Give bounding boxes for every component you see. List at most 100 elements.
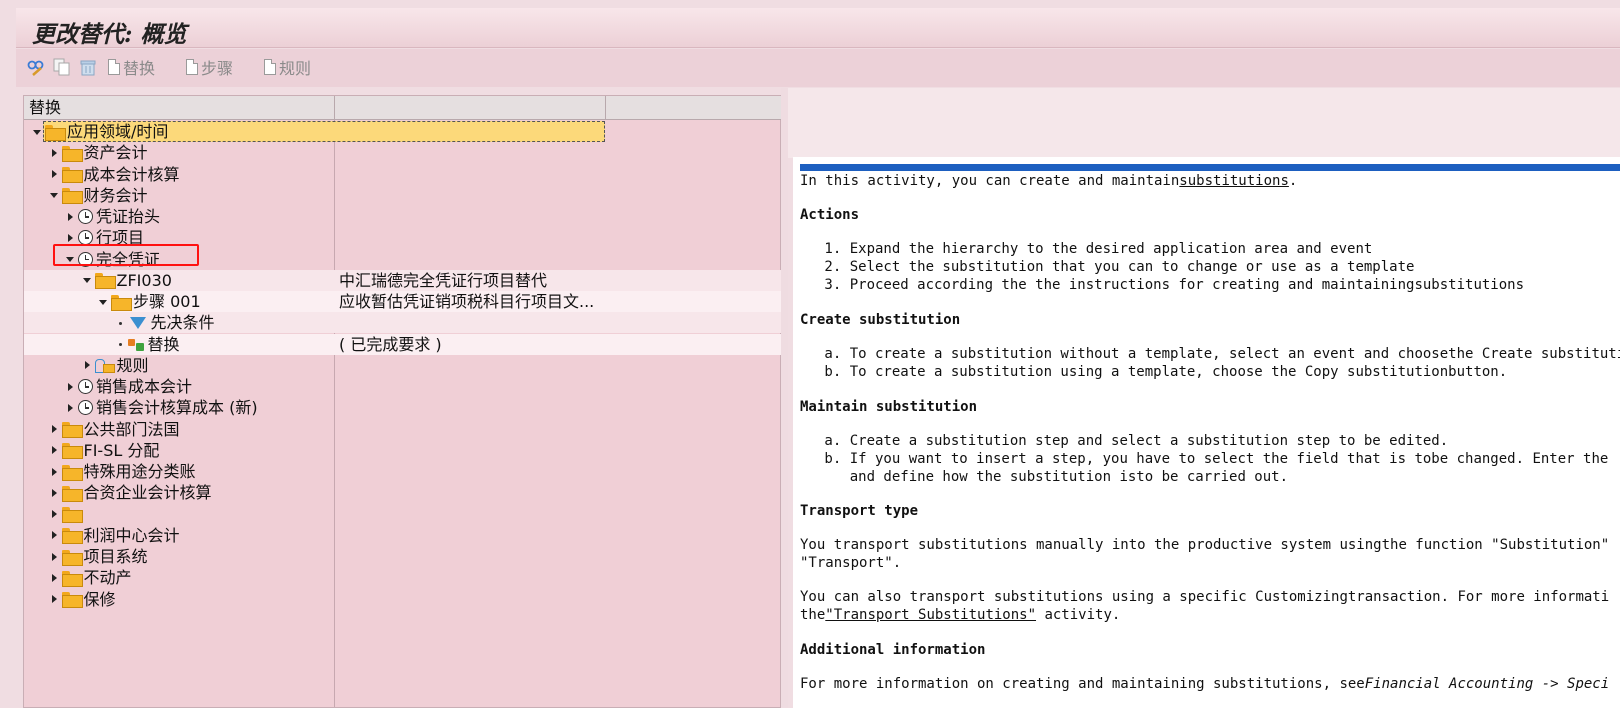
replace-button[interactable]: 替换 bbox=[108, 55, 155, 79]
collapsed-arrow-icon[interactable] bbox=[65, 403, 75, 413]
title-bar: 更改替代: 概览 bbox=[16, 8, 1620, 48]
step-button[interactable]: 步骤 bbox=[186, 55, 233, 79]
splitter[interactable] bbox=[781, 88, 1567, 708]
collapsed-arrow-icon[interactable] bbox=[49, 169, 59, 179]
tree-row[interactable]: 先决条件 bbox=[24, 312, 781, 334]
tree-row[interactable]: 销售会计核算成本 (新) bbox=[24, 397, 781, 418]
tree-row[interactable]: 凭证抬头 bbox=[24, 206, 781, 227]
collapsed-arrow-icon[interactable] bbox=[49, 148, 59, 158]
tree-row[interactable]: 特殊用途分类账 bbox=[24, 461, 781, 482]
tree-node-label: 规则 bbox=[116, 355, 149, 375]
expanded-arrow-icon[interactable] bbox=[32, 127, 42, 137]
tree-node[interactable]: 凭证抬头 bbox=[65, 206, 160, 227]
collapsed-arrow-icon[interactable] bbox=[49, 509, 59, 519]
tree-node[interactable]: 行项目 bbox=[65, 227, 144, 248]
tree-node[interactable]: 销售会计核算成本 (新) bbox=[65, 397, 258, 418]
transport-text-3: You can also transport substitutions usi… bbox=[800, 589, 1610, 605]
collapsed-arrow-icon[interactable] bbox=[65, 382, 75, 392]
actions-heading: Actions bbox=[800, 207, 860, 223]
tree-row[interactable]: 合资企业会计核算 bbox=[24, 482, 781, 503]
tree-node[interactable]: 完全凭证 bbox=[65, 249, 160, 270]
tree-row[interactable]: 成本会计核算 bbox=[24, 164, 781, 185]
maintain-item-text: and define how the substitution isto be … bbox=[849, 469, 1289, 485]
expanded-arrow-icon[interactable] bbox=[98, 297, 108, 307]
tree-node[interactable]: 利润中心会计 bbox=[49, 525, 180, 546]
collapsed-arrow-icon[interactable] bbox=[65, 233, 75, 243]
transport-heading: Transport type bbox=[800, 503, 919, 519]
tree-row[interactable]: 规则 bbox=[24, 355, 781, 376]
expanded-arrow-icon[interactable] bbox=[82, 275, 92, 285]
document-icon bbox=[108, 59, 120, 75]
tree-node-label: 保修 bbox=[83, 589, 116, 609]
tree-row[interactable]: 不动产 bbox=[24, 567, 781, 588]
tree-node[interactable]: 销售成本会计 bbox=[65, 376, 192, 397]
tree-row[interactable]: 替换 ( 已完成要求 ) bbox=[24, 333, 781, 355]
tree-row[interactable]: 销售成本会计 bbox=[24, 376, 781, 397]
display-change-button[interactable] bbox=[26, 55, 46, 79]
tree-node[interactable]: 规则 bbox=[82, 355, 149, 376]
substitutions-link[interactable]: substitutions bbox=[1179, 173, 1289, 189]
collapsed-arrow-icon[interactable] bbox=[82, 360, 92, 370]
tree-node[interactable]: 项目系统 bbox=[49, 546, 148, 567]
folder-icon bbox=[61, 485, 83, 502]
tree-node-label: 项目系统 bbox=[83, 547, 148, 566]
tree-node[interactable]: 不动产 bbox=[49, 567, 132, 588]
tree-node[interactable]: 保修 bbox=[49, 589, 116, 610]
tree-node[interactable]: 先决条件 bbox=[115, 312, 215, 333]
tree-row[interactable]: 公共部门法国 bbox=[24, 419, 781, 440]
tree-row[interactable]: ZFI030 中汇瑞德完全凭证行项目替代 bbox=[24, 269, 781, 291]
column-header-description[interactable] bbox=[335, 96, 606, 120]
action-item: 1. Expand the hierarchy to the desired a… bbox=[816, 241, 1373, 257]
tree-row[interactable]: 步骤 001 应收暂估凭证销项税科目行项目文... bbox=[24, 291, 781, 312]
collapsed-arrow-icon[interactable] bbox=[65, 212, 75, 222]
collapsed-arrow-icon[interactable] bbox=[49, 467, 59, 477]
tree-node[interactable]: 应用领域/时间 bbox=[32, 121, 168, 142]
tree-panel: 替换 应用领域/时间 资产会计 成本会计核算 财务会计 凭证抬头 行项目 完全凭证 ZFI03… bbox=[23, 95, 782, 708]
collapsed-arrow-icon[interactable] bbox=[49, 488, 59, 498]
collapsed-arrow-icon[interactable] bbox=[49, 552, 59, 562]
tree-node[interactable] bbox=[49, 504, 84, 525]
expanded-arrow-icon[interactable] bbox=[65, 254, 75, 264]
clock-icon bbox=[78, 230, 93, 246]
column-header-empty bbox=[606, 96, 781, 120]
collapsed-arrow-icon[interactable] bbox=[49, 445, 59, 455]
tree-node[interactable]: 步骤 001 bbox=[98, 291, 201, 312]
tree-row[interactable]: 财务会计 bbox=[24, 185, 781, 206]
tree-node[interactable]: 特殊用途分类账 bbox=[49, 461, 196, 482]
rule-button[interactable]: 规则 bbox=[264, 55, 311, 79]
tree-node-description: ( 已完成要求 ) bbox=[339, 334, 442, 354]
expanded-arrow-icon[interactable] bbox=[49, 190, 59, 200]
tree-node[interactable]: ZFI030 bbox=[82, 270, 172, 291]
financial-accounting-link[interactable]: Financial Accounting -> Speci bbox=[1365, 676, 1609, 692]
tree-row[interactable]: 利润中心会计 bbox=[24, 525, 781, 546]
tree-node[interactable]: 替换 bbox=[115, 334, 180, 355]
transport-substitutions-link[interactable]: "Transport Substitutions" bbox=[825, 607, 1036, 623]
trash-icon bbox=[80, 60, 96, 76]
copy-button[interactable] bbox=[52, 55, 72, 79]
collapsed-arrow-icon[interactable] bbox=[49, 530, 59, 540]
collapsed-arrow-icon[interactable] bbox=[49, 424, 59, 434]
action-item-text: Expand the hierarchy to the desired appl… bbox=[849, 241, 1373, 257]
tree-row[interactable] bbox=[24, 504, 781, 525]
tree-node[interactable]: 财务会计 bbox=[49, 185, 148, 206]
tree-row[interactable]: FI-SL 分配 bbox=[24, 440, 781, 461]
tree-node[interactable]: 公共部门法国 bbox=[49, 419, 180, 440]
tree-node[interactable]: 成本会计核算 bbox=[49, 164, 180, 185]
tree-row[interactable]: 应用领域/时间 bbox=[24, 121, 781, 142]
rule-icon bbox=[94, 358, 115, 373]
tree-row[interactable]: 项目系统 bbox=[24, 546, 781, 567]
tree-node[interactable]: 资产会计 bbox=[49, 142, 148, 163]
tree-row[interactable]: 完全凭证 bbox=[24, 249, 781, 270]
tree-node[interactable]: FI-SL 分配 bbox=[49, 440, 159, 461]
tree-row[interactable]: 资产会计 bbox=[24, 142, 781, 163]
collapsed-arrow-icon[interactable] bbox=[49, 573, 59, 583]
delete-button[interactable] bbox=[78, 55, 98, 79]
folder-icon bbox=[61, 145, 83, 162]
tree-node[interactable]: 合资企业会计核算 bbox=[49, 482, 212, 503]
tree-row[interactable]: 行项目 bbox=[24, 227, 781, 248]
collapsed-arrow-icon[interactable] bbox=[49, 594, 59, 604]
column-header-substitution[interactable]: 替换 bbox=[24, 96, 335, 120]
maintain-item: a. Create a substitution step and select… bbox=[816, 433, 1449, 449]
tree-node-label: 销售成本会计 bbox=[96, 377, 193, 396]
tree-row[interactable]: 保修 bbox=[24, 589, 781, 610]
